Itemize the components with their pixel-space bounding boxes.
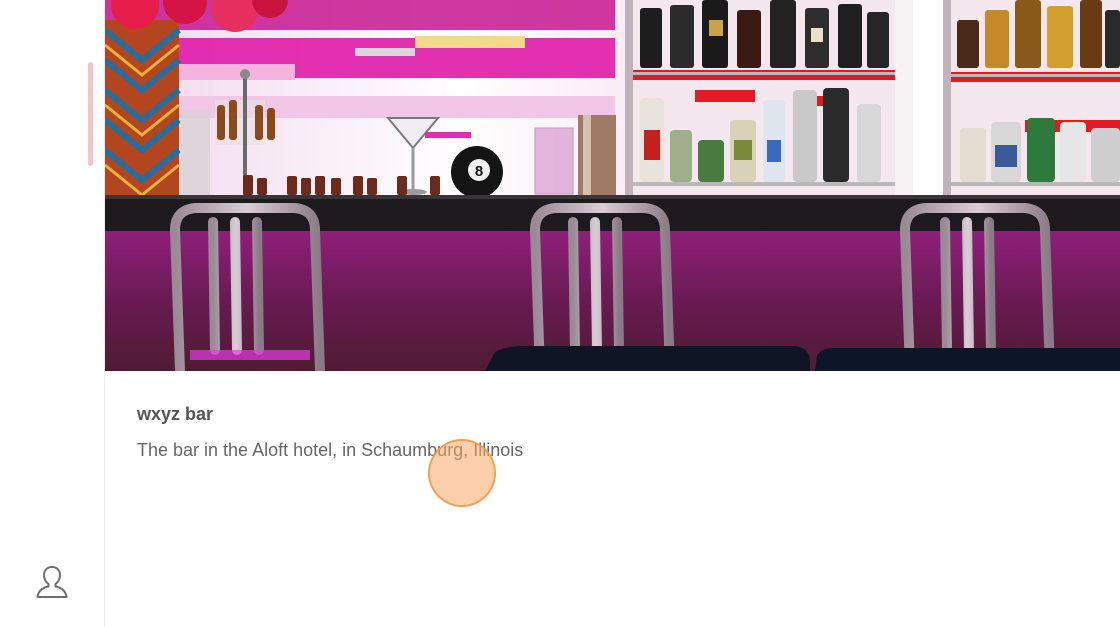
profile-button[interactable] bbox=[30, 560, 74, 604]
card-description: The bar in the Aloft hotel, in Schaumbur… bbox=[137, 440, 524, 460]
svg-text:8: 8 bbox=[475, 163, 483, 180]
bar-photo: 8 bbox=[105, 0, 1120, 371]
scroll-indicator[interactable] bbox=[88, 62, 93, 166]
app-window: 8 wxyz bar The bar in the Aloft hotel, i… bbox=[0, 0, 1120, 627]
sidebar bbox=[0, 0, 105, 627]
bar-photo-illustration: 8 bbox=[105, 0, 1120, 371]
main-content: 8 wxyz bar The bar in the Aloft hotel, i… bbox=[105, 0, 1120, 627]
card-title: wxyz bar bbox=[137, 404, 214, 424]
user-profile-icon bbox=[36, 566, 68, 598]
